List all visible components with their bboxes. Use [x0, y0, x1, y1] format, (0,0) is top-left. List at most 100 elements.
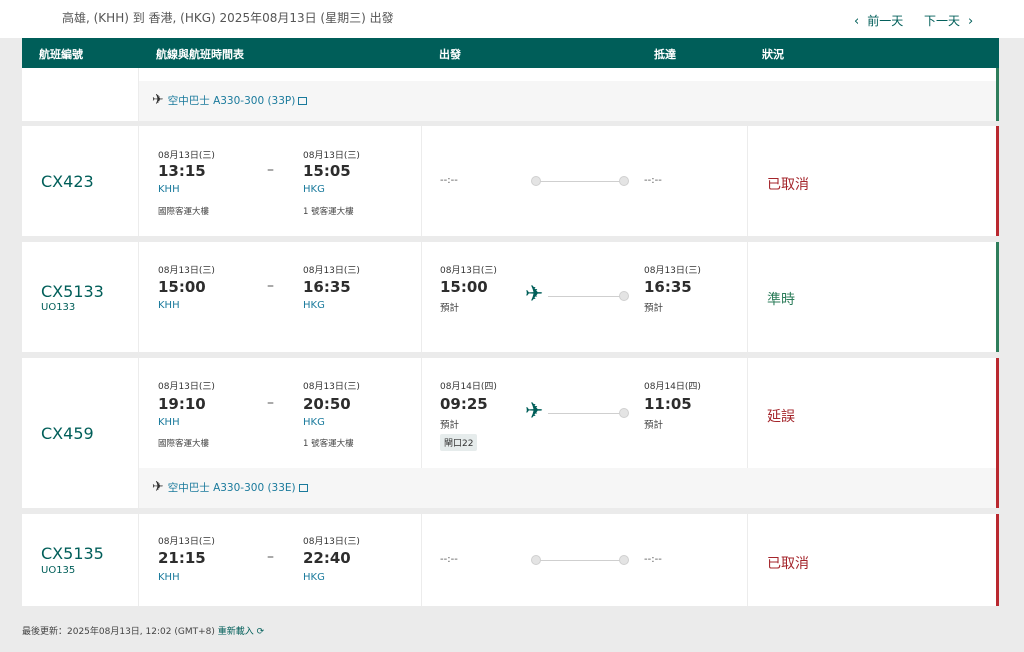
external-link-icon: [298, 484, 308, 492]
arr-airport: HKG: [303, 572, 325, 583]
column-divider: [747, 126, 748, 236]
destination-dot: [619, 555, 629, 565]
sched-dep-date: 08月13日(三): [158, 151, 215, 161]
sched-dep-time: 21:15: [158, 549, 206, 567]
next-day-link[interactable]: 下一天 ›: [924, 12, 973, 29]
last-updated: 最後更新：2025年08月13日, 12:02 (GMT+8) 重新載入 ⟳: [22, 624, 264, 637]
sched-dep-date: 08月13日(三): [158, 537, 215, 547]
flight-track: [548, 296, 620, 297]
column-divider: [747, 242, 748, 352]
codeshare-number: UO135: [41, 565, 76, 576]
status-text: 準時: [767, 292, 795, 308]
sched-dep-date: 08月13日(三): [158, 266, 215, 276]
column-divider: [421, 242, 422, 352]
flight-number[interactable]: CX459: [41, 424, 94, 443]
codeshare-number: UO133: [41, 302, 76, 313]
arr-est-label: 預計: [644, 303, 664, 314]
dep-est-label: 預計: [440, 303, 460, 314]
status-text: 已取消: [767, 556, 809, 572]
status-bar: [996, 514, 999, 606]
column-divider: [421, 358, 422, 468]
column-divider: [747, 514, 748, 606]
sched-dep-time: 15:00: [158, 278, 206, 296]
arr-est-date: 08月13日(三): [644, 266, 701, 276]
sched-arr-date: 08月13日(三): [303, 151, 360, 161]
route-dash: –: [267, 162, 274, 178]
route-dash: –: [267, 549, 274, 565]
status-bar: [996, 68, 999, 121]
route-header: 高雄, (KHH) 到 香港, (HKG) 2025年08月13日 (星期三) …: [0, 0, 1024, 38]
dep-est-time: 09:25: [440, 395, 488, 413]
route-summary: 高雄, (KHH) 到 香港, (HKG) 2025年08月13日 (星期三) …: [62, 11, 394, 25]
flight-card-partial: ✈ 空中巴士 A330-300 (33P): [22, 68, 999, 121]
arr-airport: HKG: [303, 417, 325, 428]
destination-dot: [619, 176, 629, 186]
next-day-label: 下一天: [924, 14, 961, 28]
sched-arr-date: 08月13日(三): [303, 382, 360, 392]
arr-est-label: 預計: [644, 420, 664, 431]
flight-card-cx423[interactable]: CX423 08月13日(三) 13:15 KHH 國際客運大樓 – 08月13…: [22, 126, 999, 236]
refresh-icon: ⟳: [256, 627, 265, 637]
plane-icon: ✈: [152, 92, 164, 108]
aircraft-type: 空中巴士 A330-300 (33E): [167, 482, 296, 494]
arr-est-date: 08月14日(四): [644, 382, 701, 392]
column-divider: [747, 358, 748, 468]
dep-est-date: 08月13日(三): [440, 266, 497, 276]
status-bar: [996, 242, 999, 352]
arr-est-time: 16:35: [644, 278, 692, 296]
sched-arr-time: 22:40: [303, 549, 351, 567]
dep-est-date: 08月14日(四): [440, 382, 497, 392]
flight-track: [548, 413, 620, 414]
aircraft-link[interactable]: ✈ 空中巴士 A330-300 (33E): [152, 479, 308, 495]
sched-arr-time: 16:35: [303, 278, 351, 296]
chevron-right-icon: ›: [968, 14, 974, 29]
status-bar: [996, 126, 999, 236]
gate-badge: 閘口22: [440, 434, 478, 451]
column-divider: [421, 126, 422, 236]
arr-airport: HKG: [303, 300, 325, 311]
prev-day-label: 前一天: [867, 14, 904, 28]
dep-airport: KHH: [158, 417, 180, 428]
destination-dot: [619, 408, 629, 418]
last-updated-text: 最後更新：2025年08月13日, 12:02 (GMT+8): [22, 627, 215, 637]
reload-link[interactable]: 重新載入 ⟳: [218, 627, 264, 637]
sched-dep-date: 08月13日(三): [158, 382, 215, 392]
aircraft-type: 空中巴士 A330-300 (33P): [167, 95, 296, 107]
sched-arr-date: 08月13日(三): [303, 266, 360, 276]
column-divider: [138, 242, 139, 352]
col-route-schedule: 航線與航班時間表: [156, 48, 244, 61]
sched-arr-time: 15:05: [303, 162, 351, 180]
flight-track: [540, 181, 620, 182]
flight-number[interactable]: CX423: [41, 172, 94, 191]
aircraft-link[interactable]: ✈ 空中巴士 A330-300 (33P): [152, 92, 308, 108]
col-flight-no: 航班編號: [39, 48, 83, 61]
flight-number[interactable]: CX5133: [41, 282, 104, 301]
arr-actual: --:--: [644, 554, 662, 565]
status-bar: [996, 358, 999, 508]
flight-track: [540, 560, 620, 561]
sched-arr-time: 20:50: [303, 395, 351, 413]
aircraft-row: ✈ 空中巴士 A330-300 (33E): [139, 468, 996, 508]
flight-card-cx5133[interactable]: CX5133 UO133 08月13日(三) 15:00 KHH – 08月13…: [22, 242, 999, 352]
flight-card-cx5135[interactable]: CX5135 UO135 08月13日(三) 21:15 KHH – 08月13…: [22, 514, 999, 606]
prev-day-link[interactable]: ‹ 前一天: [854, 12, 903, 29]
column-divider: [138, 514, 139, 606]
dep-est-label: 預計: [440, 420, 460, 431]
flight-number[interactable]: CX5135: [41, 544, 104, 563]
arr-est-time: 11:05: [644, 395, 692, 413]
col-status: 狀況: [762, 48, 784, 61]
col-arrival: 抵達: [654, 48, 676, 61]
reload-label: 重新載入: [217, 627, 254, 637]
destination-dot: [619, 291, 629, 301]
route-dash: –: [267, 278, 274, 294]
arr-airport: HKG: [303, 184, 325, 195]
plane-icon: ✈: [525, 282, 544, 307]
flight-card-cx459[interactable]: CX459 08月13日(三) 19:10 KHH 國際客運大樓 – 08月13…: [22, 358, 999, 508]
dep-actual: --:--: [440, 554, 458, 565]
dep-terminal: 國際客運大樓: [158, 207, 210, 217]
sched-dep-time: 19:10: [158, 395, 206, 413]
column-divider: [138, 126, 139, 236]
col-departure: 出發: [439, 48, 461, 61]
chevron-left-icon: ‹: [854, 14, 860, 29]
aircraft-row: ✈ 空中巴士 A330-300 (33P): [139, 81, 996, 121]
